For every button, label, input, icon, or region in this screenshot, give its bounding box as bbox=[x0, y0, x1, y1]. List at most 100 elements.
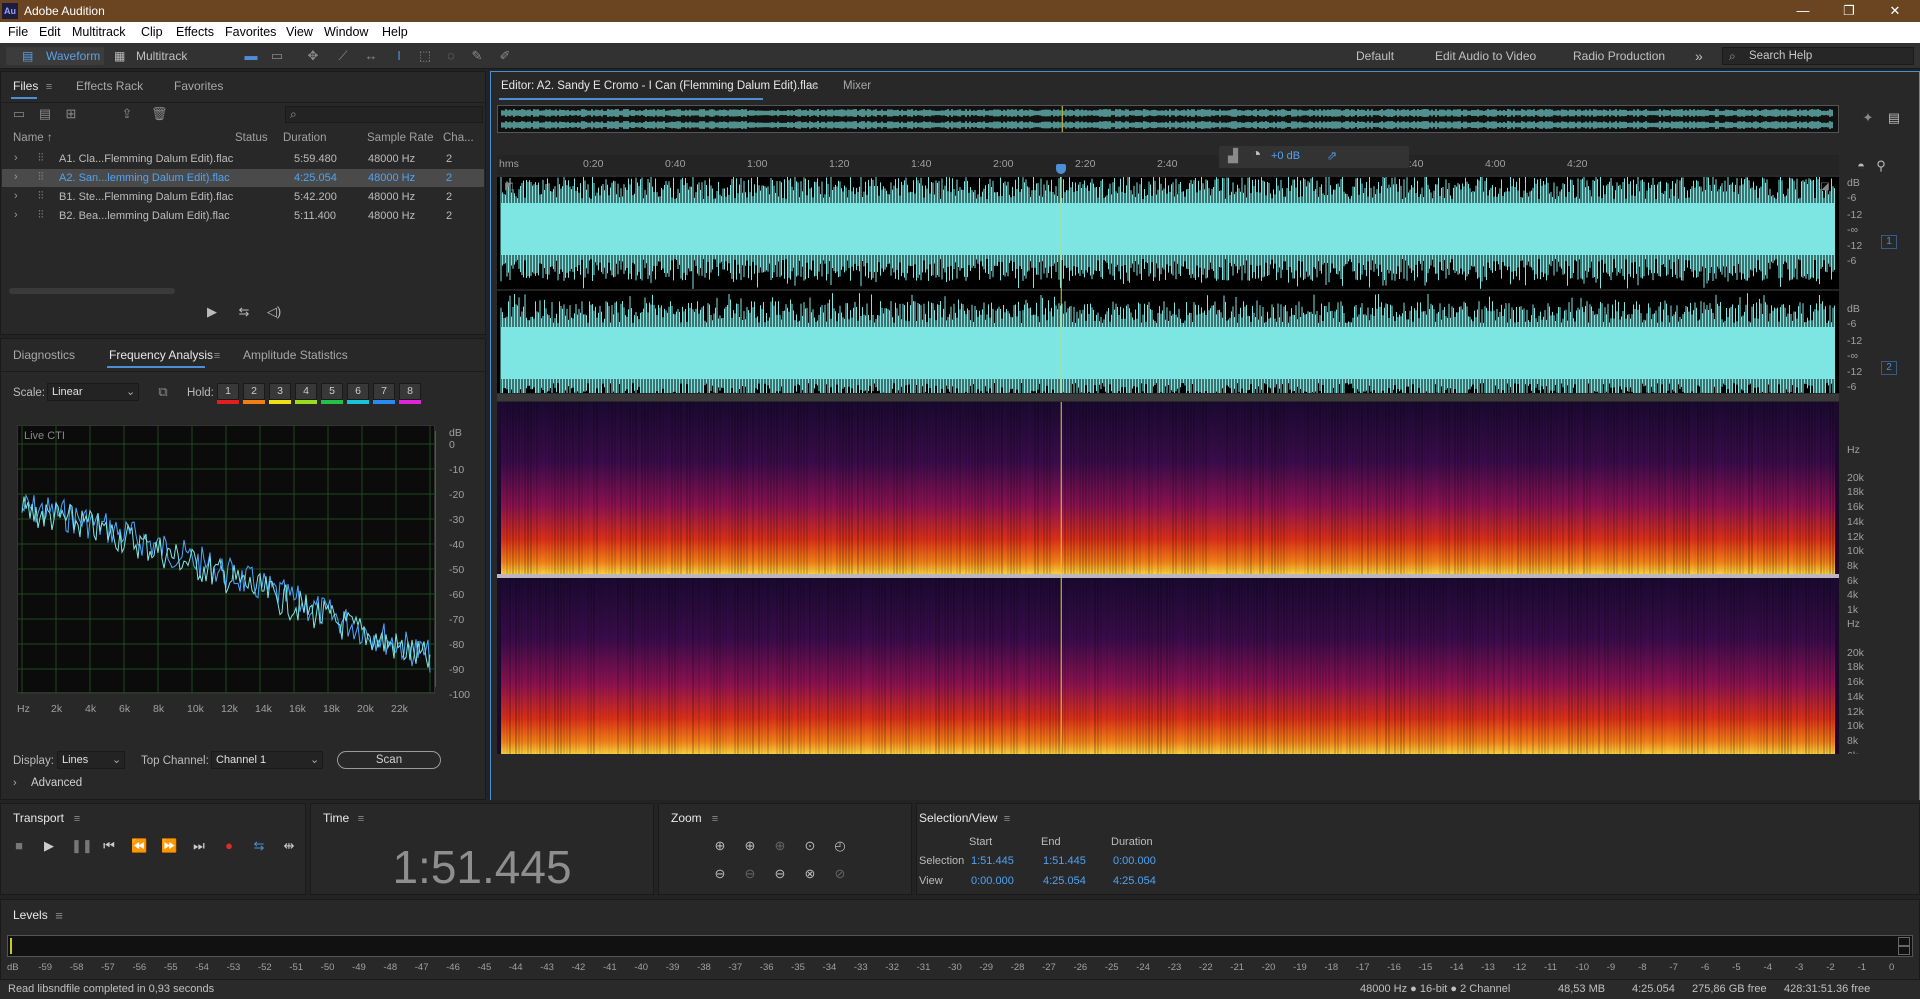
chevron-right-icon[interactable]: › bbox=[14, 171, 18, 183]
marquee-tool-icon[interactable]: ⬚ bbox=[416, 48, 434, 64]
brush-tool-icon[interactable]: ✎ bbox=[468, 48, 486, 64]
time-ruler[interactable]: hms0:200:401:001:201:402:002:202:403:003… bbox=[497, 155, 1839, 175]
col-duration[interactable]: Duration bbox=[283, 132, 326, 144]
time-display[interactable]: 1:51.445 bbox=[311, 840, 653, 894]
chevron-right-icon[interactable]: › bbox=[14, 209, 18, 221]
previous-icon[interactable]: ⏮ bbox=[101, 838, 117, 854]
file-row[interactable]: › ⫶⫶ A1. Cla...Flemming Dalum Edit).flac 5:… bbox=[2, 150, 484, 168]
menu-clip[interactable]: Clip bbox=[141, 25, 163, 39]
tab-amplitude-statistics[interactable]: Amplitude Statistics bbox=[243, 348, 348, 362]
zoom-in-time-icon[interactable]: ⊕ bbox=[741, 838, 759, 854]
waveform-display[interactable]: ◩ ◪ bbox=[497, 177, 1839, 393]
lasso-tool-icon[interactable]: ◌ bbox=[442, 48, 460, 64]
tab-mixer[interactable]: Mixer bbox=[843, 80, 871, 92]
volume-knob-icon[interactable]: ◔ bbox=[1245, 145, 1267, 163]
headphones-icon[interactable]: ◓ bbox=[1853, 158, 1869, 174]
col-name[interactable]: Name ↑ bbox=[13, 132, 53, 144]
files-scrollbar[interactable] bbox=[9, 288, 175, 294]
view-end[interactable]: 4:25.054 bbox=[1043, 875, 1086, 887]
import-file-icon[interactable]: ▤ bbox=[37, 106, 53, 122]
files-menu-icon[interactable]: ≡ bbox=[43, 79, 55, 95]
editor-options-icon[interactable]: ▤ bbox=[1885, 110, 1903, 126]
display-select[interactable]: Lines ⌄ bbox=[57, 751, 125, 769]
menu-effects[interactable]: Effects bbox=[176, 25, 214, 39]
clip-indicator-left[interactable] bbox=[1898, 937, 1910, 946]
tab-diagnostics[interactable]: Diagnostics bbox=[13, 348, 75, 362]
menu-multitrack[interactable]: Multitrack bbox=[72, 25, 125, 39]
menu-view[interactable]: View bbox=[286, 25, 313, 39]
hold-button-6[interactable]: 6 bbox=[347, 383, 369, 404]
spectral-display-icon[interactable]: ▬ bbox=[242, 48, 260, 64]
view-start[interactable]: 0:00.000 bbox=[971, 875, 1014, 887]
zoom-to-selection-icon[interactable]: ✦ bbox=[1859, 110, 1877, 126]
selection-start[interactable]: 1:51.445 bbox=[971, 855, 1014, 867]
zoom-in-amplitude-icon[interactable]: ⊕ bbox=[711, 838, 729, 854]
volume-value[interactable]: +0 dB bbox=[1271, 150, 1300, 162]
loop-file-icon[interactable]: ⇆ bbox=[235, 304, 253, 320]
editor-menu-icon[interactable]: ≡ bbox=[809, 79, 821, 95]
col-status[interactable]: Status bbox=[235, 132, 268, 144]
marker-pin-icon[interactable]: ⚲ bbox=[1873, 158, 1889, 174]
zoom-out-amplitude-icon[interactable]: ⊖ bbox=[711, 866, 729, 882]
hold-button-8[interactable]: 8 bbox=[399, 383, 421, 404]
workspace-radio-production[interactable]: Radio Production bbox=[1573, 47, 1665, 65]
fast-forward-icon[interactable]: ⏩ bbox=[161, 838, 177, 854]
new-file-icon[interactable]: ⊞ bbox=[63, 106, 79, 122]
pin-snapshot-icon[interactable]: ⧉ bbox=[155, 384, 171, 400]
workspace-more-button[interactable]: » bbox=[1695, 47, 1703, 65]
autoplay-icon[interactable]: ◁) bbox=[263, 304, 285, 320]
zoom-to-selection-icon[interactable]: ⊙ bbox=[801, 838, 819, 854]
pause-icon[interactable]: ❚❚ bbox=[71, 838, 93, 854]
channel-1-toggle[interactable]: 1 bbox=[1881, 235, 1897, 249]
zoom-menu-icon[interactable]: ≡ bbox=[709, 811, 721, 827]
stop-icon[interactable]: ■ bbox=[11, 838, 27, 854]
zoom-out-full-icon[interactable]: ⊖ bbox=[771, 866, 789, 882]
hold-button-3[interactable]: 3 bbox=[269, 383, 291, 404]
minimize-button[interactable]: — bbox=[1780, 0, 1826, 22]
time-selection-tool-icon[interactable]: I bbox=[390, 48, 408, 64]
hold-button-5[interactable]: 5 bbox=[321, 383, 343, 404]
col-channels[interactable]: Cha... bbox=[443, 132, 474, 144]
move-tool-icon[interactable]: ✥ bbox=[304, 48, 322, 64]
file-row[interactable]: › ⫶⫶ B1. Ste...Flemming Dalum Edit).flac 5:… bbox=[2, 188, 484, 206]
files-search-input[interactable]: ⌕ bbox=[285, 106, 483, 123]
hold-button-1[interactable]: 1 bbox=[217, 383, 239, 404]
hold-button-7[interactable]: 7 bbox=[373, 383, 395, 404]
col-sample-rate[interactable]: Sample Rate bbox=[367, 132, 433, 144]
razor-tool-icon[interactable]: ⟋ bbox=[334, 48, 352, 64]
pin-hud-icon[interactable]: ⇗ bbox=[1325, 148, 1339, 164]
file-row[interactable]: › ⫶⫶ A2. San...lemming Dalum Edit).flac 4:2… bbox=[2, 169, 484, 187]
hold-button-4[interactable]: 4 bbox=[295, 383, 317, 404]
hold-button-2[interactable]: 2 bbox=[243, 383, 265, 404]
slip-tool-icon[interactable]: ↔ bbox=[360, 48, 382, 64]
channel-2-toggle[interactable]: 2 bbox=[1881, 361, 1897, 375]
zoom-in-point-icon[interactable]: ⊕ bbox=[771, 838, 789, 854]
next-icon[interactable]: ⏭ bbox=[191, 838, 207, 854]
menu-file[interactable]: File bbox=[8, 25, 28, 39]
multitrack-view-button[interactable]: ▦ Multitrack bbox=[112, 47, 202, 65]
menu-favorites[interactable]: Favorites bbox=[225, 25, 276, 39]
play-file-icon[interactable]: ▶ bbox=[203, 304, 221, 320]
open-file-icon[interactable]: ▭ bbox=[11, 106, 27, 122]
spectral-pitch-icon[interactable]: ▭ bbox=[268, 48, 286, 64]
menu-help[interactable]: Help bbox=[382, 25, 408, 39]
search-help-field[interactable]: ⌕ Search Help bbox=[1722, 47, 1914, 65]
fade-in-handle[interactable]: ◩ bbox=[503, 179, 515, 195]
spot-healing-tool-icon[interactable]: ✐ bbox=[496, 48, 514, 64]
zoom-selection-icon[interactable]: ⊘ bbox=[831, 866, 849, 882]
skip-selection-icon[interactable]: ⇹ bbox=[281, 838, 297, 854]
selection-view-menu-icon[interactable]: ≡ bbox=[1001, 811, 1013, 827]
maximize-button[interactable]: ❐ bbox=[1826, 0, 1872, 22]
tab-effects-rack[interactable]: Effects Rack bbox=[76, 79, 143, 93]
chevron-right-icon[interactable]: › bbox=[14, 190, 18, 202]
zoom-in-out-point-icon[interactable]: ⊗ bbox=[801, 866, 819, 882]
menu-edit[interactable]: Edit bbox=[39, 25, 61, 39]
scan-button[interactable]: Scan bbox=[337, 751, 441, 769]
clip-indicator-right[interactable] bbox=[1898, 946, 1910, 955]
spectral-display[interactable] bbox=[497, 402, 1839, 754]
scale-select[interactable]: Linear ⌄ bbox=[47, 383, 139, 401]
fade-out-handle[interactable]: ◪ bbox=[1819, 179, 1831, 195]
spectral-divider[interactable] bbox=[497, 394, 1839, 401]
overview-navigator[interactable] bbox=[497, 105, 1839, 133]
top-channel-select[interactable]: Channel 1 ⌄ bbox=[211, 751, 323, 769]
